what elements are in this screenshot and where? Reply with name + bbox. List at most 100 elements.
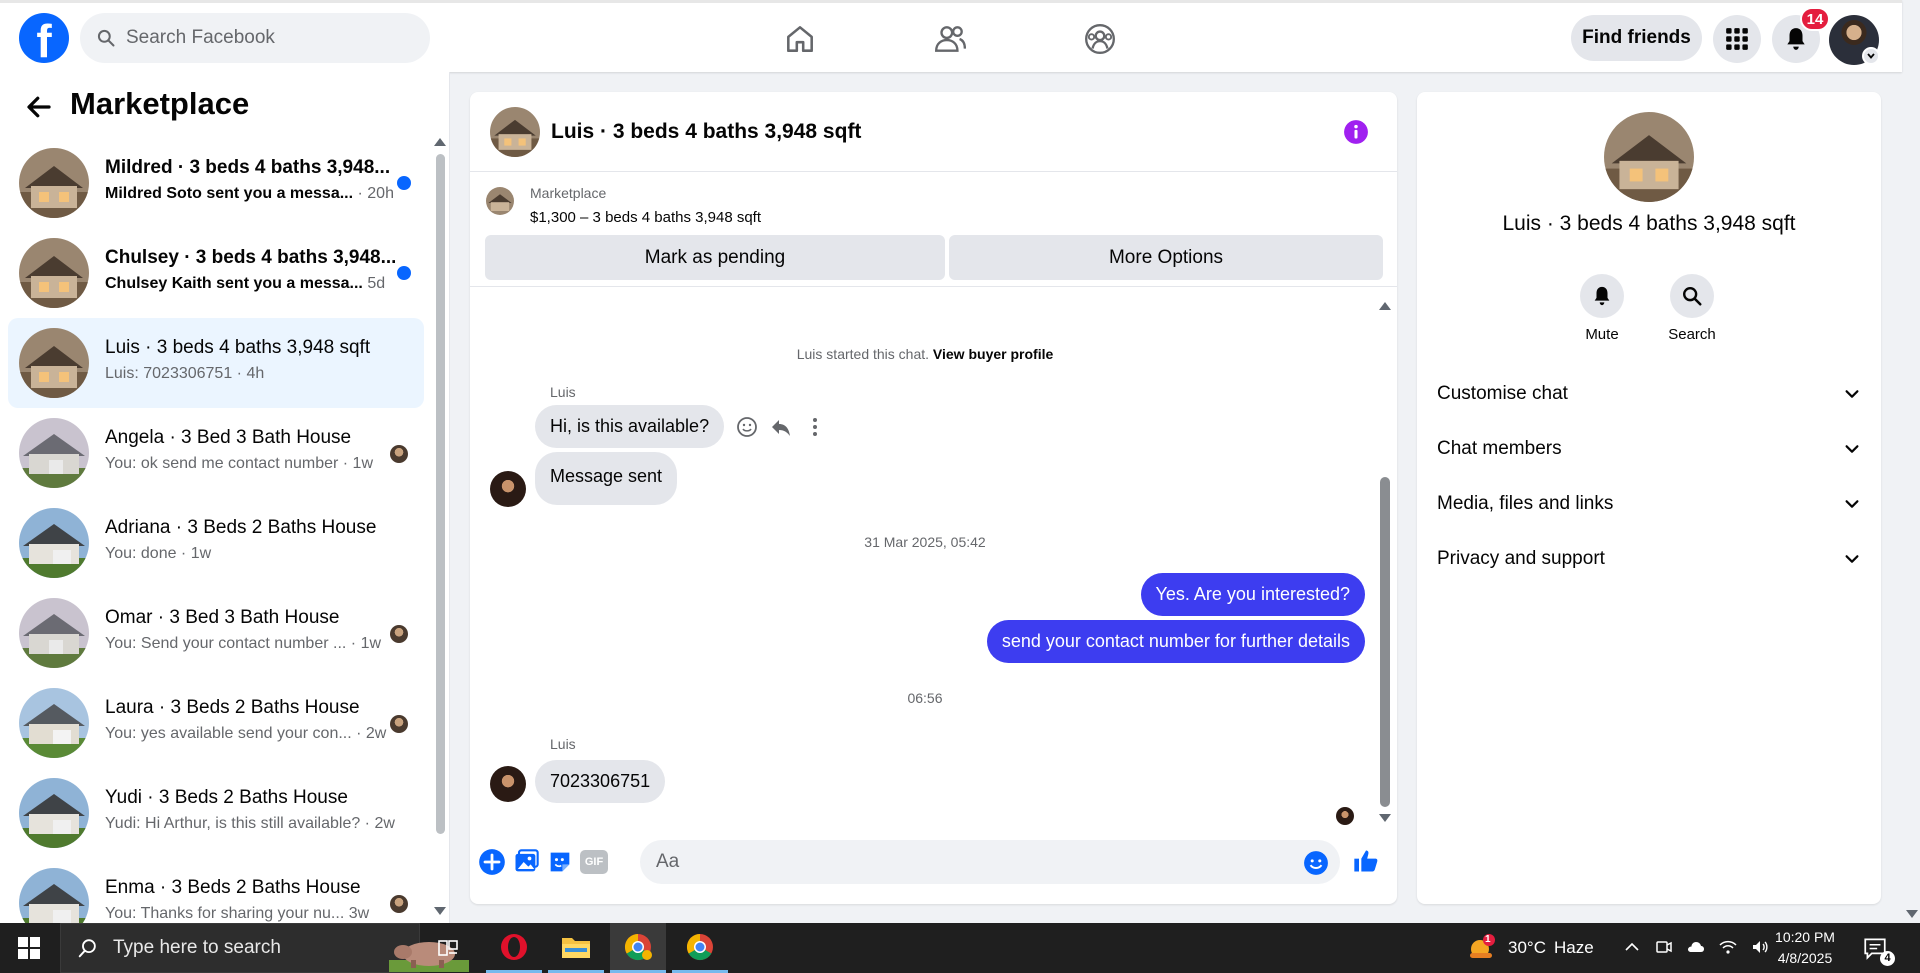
- back-arrow-icon[interactable]: [24, 92, 54, 122]
- system-clock[interactable]: 10:20 PM 4/8/2025: [1760, 927, 1850, 969]
- opera-icon: [501, 933, 527, 960]
- search-in-chat-button[interactable]: Search: [1652, 274, 1732, 343]
- privacy-support-row[interactable]: Privacy and support: [1437, 537, 1861, 581]
- chrome-app-profile-a[interactable]: [610, 923, 666, 973]
- menu-button[interactable]: [1713, 15, 1761, 63]
- facebook-logo[interactable]: f: [19, 13, 69, 63]
- conversation-preview: Chulsey Kaith sent you a messa... 5d: [105, 275, 386, 292]
- incoming-message[interactable]: Hi, is this available?: [535, 405, 725, 448]
- file-explorer-app[interactable]: [548, 923, 604, 973]
- temperature: 30°C: [1508, 938, 1546, 957]
- mark-as-pending-button[interactable]: Mark as pending: [485, 235, 945, 280]
- weather-widget[interactable]: 1 30°C Haze: [1466, 923, 1594, 973]
- conversation-item[interactable]: Mildred · 3 beds 4 baths 3,948... Mildre…: [8, 138, 424, 228]
- weather-condition: Haze: [1553, 938, 1594, 957]
- more-actions-icon[interactable]: [803, 415, 827, 439]
- emoji-icon[interactable]: [1303, 850, 1329, 876]
- plus-circle-icon[interactable]: [478, 848, 506, 876]
- customise-chat-row[interactable]: Customise chat: [1437, 372, 1861, 416]
- incoming-message[interactable]: 7023306751: [535, 760, 666, 803]
- incoming-message[interactable]: Message sent: [535, 452, 678, 505]
- find-friends-button[interactable]: Find friends: [1571, 15, 1702, 61]
- conversation-title: Enma · 3 Beds 2 Baths House: [105, 877, 361, 898]
- more-options-button[interactable]: More Options: [949, 235, 1383, 280]
- listing-thumbnail[interactable]: [486, 187, 514, 215]
- nav-friends[interactable]: [890, 15, 1010, 63]
- conversation-item-active[interactable]: Luis · 3 beds 4 baths 3,948 sqft Luis: 7…: [8, 318, 424, 408]
- sender-avatar[interactable]: [490, 471, 526, 507]
- conversation-title: Angela · 3 Bed 3 Bath House: [105, 427, 352, 448]
- search-input[interactable]: [126, 27, 396, 49]
- message-input[interactable]: [640, 840, 1340, 884]
- chat-panel: Luis · 3 beds 4 baths 3,948 sqft Marketp…: [470, 92, 1397, 904]
- conversation-preview: Luis: 7023306751 · 4h: [105, 365, 265, 382]
- listing-price[interactable]: $1,300 – 3 beds 4 baths 3,948 sqft: [530, 209, 761, 226]
- windows-start-icon[interactable]: [18, 937, 40, 959]
- row-label: Customise chat: [1437, 383, 1568, 404]
- notification-badge: 14: [1800, 7, 1830, 31]
- folder-icon: [562, 937, 590, 958]
- task-view-button[interactable]: [420, 923, 476, 973]
- wifi-icon[interactable]: [1718, 937, 1738, 957]
- listing-thumbnail: [19, 418, 89, 488]
- listing-thumbnail-large[interactable]: [1604, 112, 1694, 202]
- scrollbar-thumb[interactable]: [436, 154, 445, 834]
- chrome-icon: [624, 933, 652, 960]
- gif-button[interactable]: GIF: [580, 850, 608, 874]
- meet-now-icon[interactable]: [1654, 937, 1674, 957]
- conversation-item[interactable]: Chulsey · 3 beds 4 baths 3,948... Chulse…: [8, 228, 424, 318]
- chevron-down-icon: [1845, 500, 1859, 508]
- thumbs-up-icon[interactable]: [1352, 847, 1380, 875]
- opera-browser-app[interactable]: [486, 923, 542, 973]
- chevron-up-icon[interactable]: [1622, 937, 1642, 957]
- nav-home[interactable]: [740, 15, 860, 63]
- conversation-item[interactable]: Omar · 3 Bed 3 Bath House You: Send your…: [8, 588, 424, 678]
- facebook-search[interactable]: [80, 13, 430, 63]
- reply-icon[interactable]: [769, 415, 793, 439]
- sender-name: Luis: [550, 736, 576, 752]
- taskbar-search[interactable]: [60, 923, 469, 973]
- conversation-item[interactable]: Laura · 3 Beds 2 Baths House You: yes av…: [8, 678, 424, 768]
- outgoing-message[interactable]: Yes. Are you interested?: [1140, 573, 1365, 616]
- chat-members-row[interactable]: Chat members: [1437, 427, 1861, 471]
- onedrive-cloud-icon[interactable]: [1686, 937, 1706, 957]
- listing-thumbnail: [19, 148, 89, 218]
- message-composer: GIF: [470, 834, 1397, 904]
- action-center-badge: 4: [1880, 951, 1895, 966]
- outgoing-message[interactable]: send your contact number for further det…: [986, 620, 1365, 663]
- clock-date: 4/8/2025: [1777, 950, 1833, 966]
- conversation-item[interactable]: Yudi · 3 Beds 2 Baths House Yudi: Hi Art…: [8, 768, 424, 858]
- conversation-preview: Mildred Soto sent you a messa... · 20h: [105, 185, 394, 202]
- view-buyer-profile-link[interactable]: View buyer profile: [933, 346, 1053, 362]
- chat-scrollbar-thumb[interactable]: [1380, 477, 1390, 807]
- account-caret[interactable]: [1862, 47, 1880, 65]
- conversation-title: Luis · 3 beds 4 baths 3,948 sqft: [105, 337, 371, 358]
- media-files-links-row[interactable]: Media, files and links: [1437, 482, 1861, 526]
- nav-groups[interactable]: [1040, 15, 1160, 63]
- sender-avatar[interactable]: [490, 766, 526, 802]
- photo-icon[interactable]: [512, 848, 540, 876]
- chrome-app[interactable]: [672, 923, 728, 973]
- chat-scroll-up-arrow[interactable]: [1379, 302, 1391, 310]
- conversation-preview: You: ok send me contact number · 1w: [105, 455, 373, 472]
- chat-listing-thumbnail[interactable]: [490, 107, 540, 157]
- home-icon: [787, 26, 813, 52]
- mute-button[interactable]: Mute: [1562, 274, 1642, 343]
- taskbar-search-input[interactable]: [113, 937, 313, 959]
- page-scroll-down-arrow[interactable]: [1906, 910, 1918, 918]
- chat-title[interactable]: Luis · 3 beds 4 baths 3,948 sqft: [551, 120, 861, 144]
- conversation-item[interactable]: Adriana · 3 Beds 2 Baths House You: done…: [8, 498, 424, 588]
- react-emoji-icon[interactable]: [735, 415, 759, 439]
- scroll-up-arrow[interactable]: [434, 138, 446, 146]
- scroll-down-arrow[interactable]: [434, 907, 446, 915]
- bell-icon: [1594, 286, 1610, 306]
- chat-scroll-down-arrow[interactable]: [1379, 814, 1391, 822]
- conversation-item[interactable]: Angela · 3 Bed 3 Bath House You: ok send…: [8, 408, 424, 498]
- search-icon: [78, 939, 96, 958]
- chat-header: Luis · 3 beds 4 baths 3,948 sqft: [470, 92, 1397, 172]
- sticker-icon[interactable]: [546, 848, 574, 876]
- top-navigation-bar: f Find friends 14: [0, 0, 1902, 72]
- details-title: Luis · 3 beds 4 baths 3,948 sqft: [1502, 212, 1796, 235]
- chat-started-note: Luis started this chat. View buyer profi…: [796, 346, 1054, 362]
- info-icon[interactable]: [1343, 119, 1369, 145]
